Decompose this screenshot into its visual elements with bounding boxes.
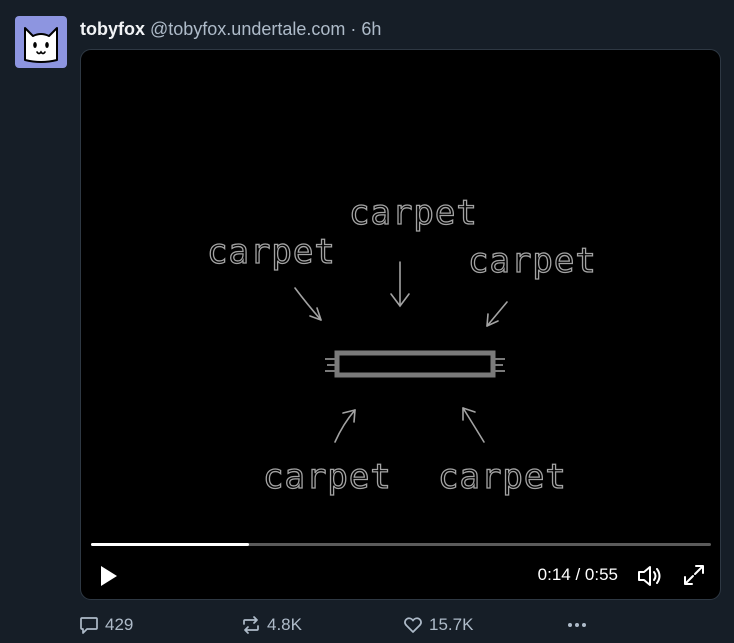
video-frame-drawing: carpet carpet carpet carpet carpet bbox=[206, 192, 597, 497]
post-card: tobyfox @tobyfox.undertale.com · 6h carp… bbox=[0, 0, 734, 643]
ellipsis-icon bbox=[568, 623, 586, 627]
carpet-drawing bbox=[325, 350, 505, 378]
carpet-label-bottom-left: carpet bbox=[263, 457, 392, 497]
author-display-name[interactable]: tobyfox bbox=[80, 19, 145, 40]
fullscreen-button[interactable] bbox=[682, 563, 706, 587]
video-progress-fill bbox=[91, 543, 250, 546]
author-handle[interactable]: @tobyfox.undertale.com bbox=[150, 19, 345, 40]
repost-count: 4.8K bbox=[267, 615, 302, 634]
heart-icon bbox=[404, 617, 422, 633]
reply-count: 429 bbox=[105, 615, 134, 634]
like-count: 15.7K bbox=[429, 615, 474, 634]
repost-button[interactable]: 4.8K bbox=[241, 613, 302, 637]
post-actions: 429 4.8K 15.7K bbox=[79, 613, 599, 637]
carpet-label-top-right: carpet bbox=[468, 241, 597, 281]
expand-icon bbox=[684, 565, 704, 585]
arrow-bottom-right bbox=[462, 407, 485, 443]
more-options-button[interactable] bbox=[565, 613, 595, 637]
arrow-top-left bbox=[294, 287, 322, 321]
video-controls: 0:14 / 0:55 bbox=[81, 555, 720, 595]
post-header: tobyfox @tobyfox.undertale.com · 6h bbox=[80, 17, 381, 41]
reply-button[interactable]: 429 bbox=[79, 613, 133, 637]
repost-icon bbox=[243, 616, 259, 634]
video-time-readout: 0:14 / 0:55 bbox=[537, 565, 618, 584]
arrow-top-right bbox=[486, 301, 508, 327]
carpet-label-top-left: carpet bbox=[207, 232, 336, 272]
like-button[interactable]: 15.7K bbox=[403, 613, 473, 637]
avatar[interactable] bbox=[15, 16, 67, 68]
reply-icon bbox=[80, 617, 98, 634]
cat-avatar-icon bbox=[24, 27, 58, 63]
post-timestamp[interactable]: 6h bbox=[361, 19, 381, 40]
separator-dot: · bbox=[350, 18, 357, 39]
play-icon bbox=[101, 566, 117, 586]
carpet-label-bottom-right: carpet bbox=[438, 457, 567, 497]
volume-button[interactable] bbox=[636, 563, 662, 589]
video-progress-bar[interactable] bbox=[91, 543, 711, 546]
play-button[interactable] bbox=[95, 563, 121, 589]
video-player[interactable]: carpet carpet carpet carpet carpet 0:14 … bbox=[80, 49, 721, 600]
speaker-icon bbox=[638, 566, 661, 586]
arrow-bottom-left bbox=[334, 409, 356, 443]
carpet-label-top-center: carpet bbox=[349, 193, 478, 233]
